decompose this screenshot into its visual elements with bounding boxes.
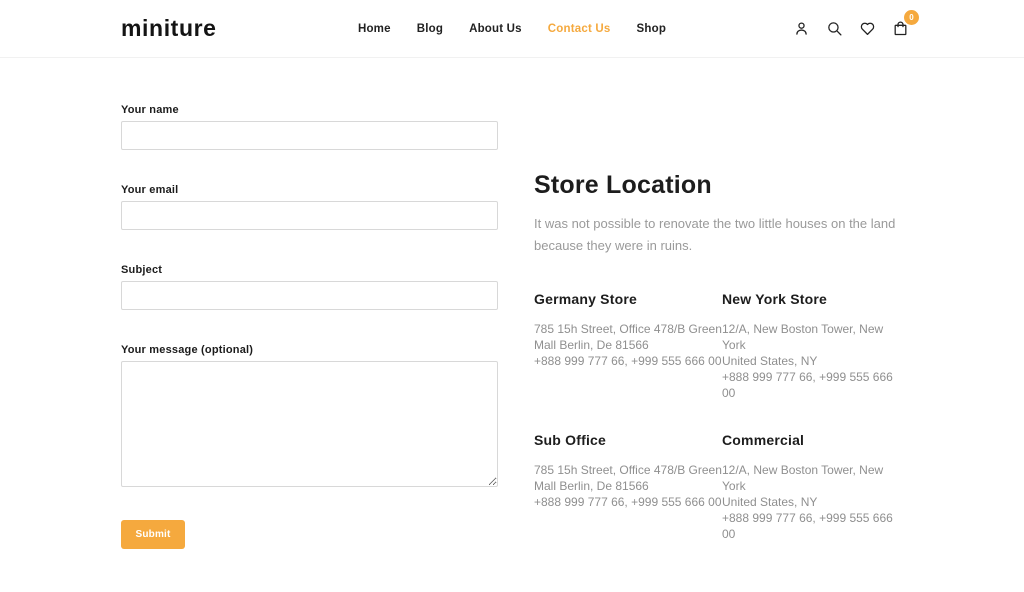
subject-input[interactable]	[121, 281, 498, 310]
nav-item-blog[interactable]: Blog	[417, 23, 443, 35]
name-label: Your name	[121, 104, 498, 116]
store-name: Sub Office	[534, 432, 722, 448]
nav-item-home[interactable]: Home	[358, 23, 391, 35]
search-icon[interactable]	[822, 17, 846, 41]
store-location-description: It was not possible to renovate the two …	[534, 213, 906, 257]
store-card-sub-office: Sub Office 785 15h Street, Office 478/B …	[534, 432, 722, 542]
nav-item-about-us[interactable]: About Us	[469, 23, 522, 35]
store-details: 12/A, New Boston Tower, New York United …	[722, 321, 906, 401]
cart-icon[interactable]: 0	[888, 17, 912, 41]
header: miniture Home Blog About Us Contact Us S…	[0, 0, 1024, 58]
contact-page: miniture Home Blog About Us Contact Us S…	[0, 0, 1024, 592]
main-nav: Home Blog About Us Contact Us Shop	[358, 23, 666, 35]
store-phone: +888 999 777 66, +999 555 666 00	[722, 510, 906, 542]
store-details: 785 15h Street, Office 478/B Green Mall …	[534, 321, 722, 369]
nav-item-shop[interactable]: Shop	[637, 23, 667, 35]
message-label: Your message (optional)	[121, 344, 498, 356]
store-address-line: 12/A, New Boston Tower, New York	[722, 462, 906, 494]
store-grid: Germany Store 785 15h Street, Office 478…	[534, 291, 906, 542]
header-actions: 0	[789, 17, 912, 41]
subject-field-group: Subject	[121, 264, 498, 310]
store-address-line: United States, NY	[722, 494, 906, 510]
store-card-germany: Germany Store 785 15h Street, Office 478…	[534, 291, 722, 401]
store-location-title: Store Location	[534, 171, 906, 200]
store-name: Commercial	[722, 432, 906, 448]
subject-label: Subject	[121, 264, 498, 276]
store-address-line: 785 15h Street, Office 478/B Green	[534, 321, 722, 337]
store-name: New York Store	[722, 291, 906, 307]
message-textarea[interactable]	[121, 361, 498, 487]
store-phone: +888 999 777 66, +999 555 666 00	[722, 369, 906, 401]
message-field-group: Your message (optional)	[121, 344, 498, 487]
store-location-section: Store Location It was not possible to re…	[534, 171, 906, 542]
submit-button[interactable]: Submit	[121, 520, 185, 549]
logo[interactable]: miniture	[121, 15, 217, 42]
store-card-commercial: Commercial 12/A, New Boston Tower, New Y…	[722, 432, 906, 542]
store-address-line: 12/A, New Boston Tower, New York	[722, 321, 906, 353]
contact-form: Your name Your email Subject Your messag…	[121, 104, 498, 549]
store-address-line: Mall Berlin, De 81566	[534, 478, 722, 494]
email-label: Your email	[121, 184, 498, 196]
name-input[interactable]	[121, 121, 498, 150]
wishlist-heart-icon[interactable]	[855, 17, 879, 41]
store-phone: +888 999 777 66, +999 555 666 00	[534, 353, 722, 369]
store-address-line: United States, NY	[722, 353, 906, 369]
account-icon[interactable]	[789, 17, 813, 41]
cart-count-badge: 0	[904, 10, 919, 25]
store-name: Germany Store	[534, 291, 722, 307]
email-field-group: Your email	[121, 184, 498, 230]
store-card-new-york: New York Store 12/A, New Boston Tower, N…	[722, 291, 906, 401]
nav-item-contact-us[interactable]: Contact Us	[548, 23, 611, 35]
store-details: 785 15h Street, Office 478/B Green Mall …	[534, 462, 722, 510]
store-address-line: Mall Berlin, De 81566	[534, 337, 722, 353]
email-input[interactable]	[121, 201, 498, 230]
store-details: 12/A, New Boston Tower, New York United …	[722, 462, 906, 542]
store-phone: +888 999 777 66, +999 555 666 00	[534, 494, 722, 510]
store-address-line: 785 15h Street, Office 478/B Green	[534, 462, 722, 478]
name-field-group: Your name	[121, 104, 498, 150]
